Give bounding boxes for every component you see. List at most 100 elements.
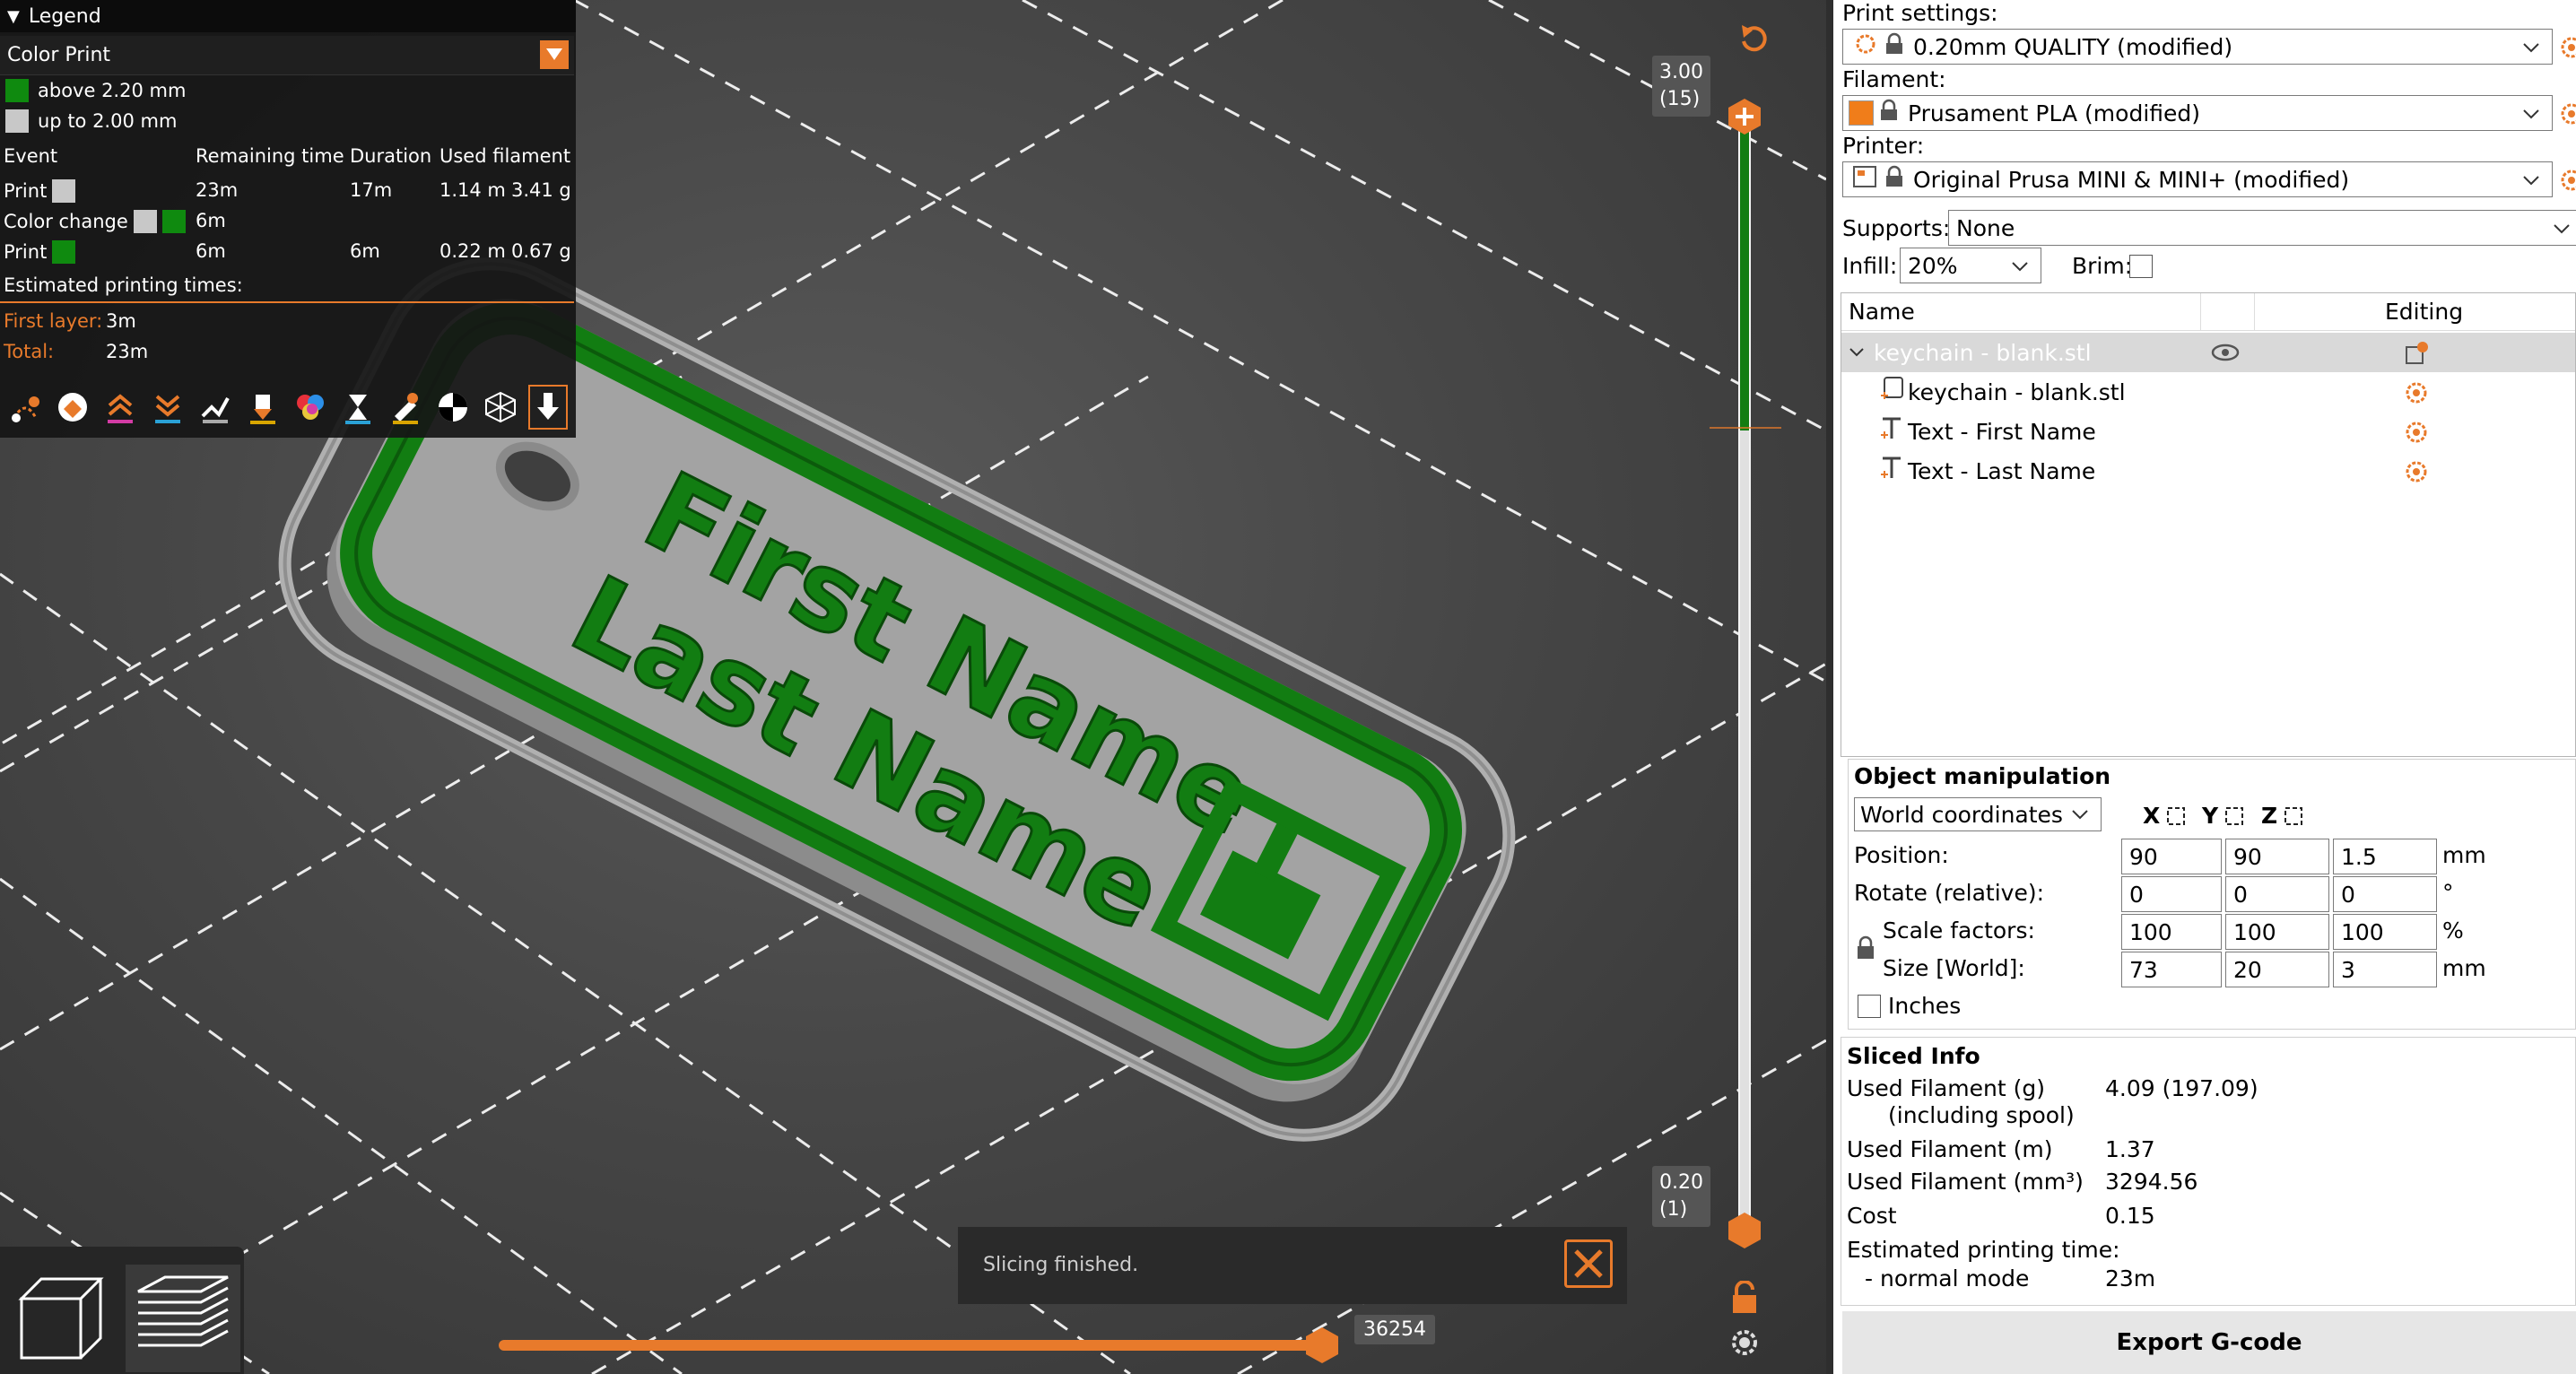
column-name-header[interactable]: Name: [1849, 299, 1915, 325]
seams-icon[interactable]: [196, 385, 235, 430]
chevron-down-icon[interactable]: [540, 40, 569, 69]
horizontal-slider-thumb[interactable]: [1304, 1327, 1340, 1367]
wipe-icon[interactable]: [53, 385, 92, 430]
color-range-low: up to 2.00 mm: [5, 109, 177, 133]
part-name: Text - Last Name: [1908, 457, 2096, 484]
lock-icon: [1884, 165, 1904, 194]
size-x-field[interactable]: 73: [2121, 952, 2222, 987]
scale-unit: %: [2442, 917, 2464, 944]
bottom-thumb[interactable]: [1727, 1213, 1762, 1252]
cog-icon[interactable]: [1729, 1327, 1760, 1361]
chevron-down-icon[interactable]: [2521, 170, 2541, 196]
event-remaining: 6m: [196, 210, 226, 231]
printer-edit-icon[interactable]: [2558, 167, 2576, 194]
preview-view-icon[interactable]: [126, 1265, 240, 1372]
print-settings-combo[interactable]: 0.20mm QUALITY (modified): [1842, 29, 2553, 65]
filament-label: Filament:: [1842, 66, 1946, 92]
part-settings-icon[interactable]: [2403, 419, 2430, 451]
color-range-label: above 2.20 mm: [38, 80, 187, 101]
color-swatch: [133, 210, 157, 233]
shells-icon[interactable]: [481, 385, 520, 430]
legend-options-toolbar: [0, 377, 576, 438]
rotate-z-field[interactable]: 0: [2333, 876, 2437, 912]
drop-to-bed-icon: [2284, 806, 2303, 825]
filament-edit-icon[interactable]: [2558, 100, 2576, 127]
scale-lock-icon[interactable]: [1856, 935, 1875, 966]
first-layer-value: 3m: [106, 310, 136, 332]
scale-x-field[interactable]: 100: [2121, 914, 2222, 950]
size-y-field[interactable]: 20: [2225, 952, 2329, 987]
3d-view-icon[interactable]: [14, 1272, 108, 1369]
position-unit: mm: [2442, 842, 2486, 868]
sliced-label: Cost: [1847, 1203, 1897, 1229]
position-label: Position:: [1854, 842, 1949, 868]
print-profile-icon: [1854, 32, 1877, 61]
legend-title: Legend: [28, 4, 101, 28]
eye-icon[interactable]: [2211, 342, 2240, 368]
close-icon[interactable]: [1564, 1239, 1613, 1288]
color-changes-icon[interactable]: [291, 385, 330, 430]
rotate-y-field[interactable]: 0: [2225, 876, 2329, 912]
chevron-down-icon[interactable]: [1849, 340, 1865, 366]
position-x-field[interactable]: 90: [2121, 839, 2222, 874]
unlock-icon[interactable]: [1729, 1280, 1760, 1318]
sliced-value: 23m: [2105, 1265, 2156, 1291]
scale-z-field[interactable]: 100: [2333, 914, 2437, 950]
printer-label: Printer:: [1842, 133, 1925, 159]
part-settings-icon[interactable]: [2403, 458, 2430, 491]
part-row[interactable]: Text - Last Name: [1841, 451, 2575, 491]
filament-combo[interactable]: Prusament PLA (modified): [1842, 95, 2553, 131]
color-change-tick: [1710, 427, 1781, 429]
sliced-value: 0.15: [2105, 1203, 2155, 1229]
right-sidebar: Print settings: 0.20mm QUALITY (modified…: [1826, 0, 2576, 1374]
infill-value: 20%: [1908, 252, 1958, 279]
supports-combo[interactable]: None: [1948, 210, 2576, 246]
part-row[interactable]: Text - First Name: [1841, 412, 2575, 451]
part-row[interactable]: keychain - blank.stl: [1841, 372, 2575, 412]
chevron-down-icon[interactable]: [2010, 256, 2030, 282]
print-settings-edit-icon[interactable]: [2558, 34, 2576, 61]
legend-separator: [0, 301, 574, 303]
chevron-down-icon[interactable]: [2552, 218, 2572, 244]
printer-combo[interactable]: Original Prusa MINI & MINI+ (modified): [1842, 161, 2553, 197]
position-z-field[interactable]: 1.5: [2333, 839, 2437, 874]
tool-marker-icon[interactable]: [528, 385, 568, 430]
bottom-layer-label: 0.20 (1): [1652, 1166, 1710, 1227]
size-z-field[interactable]: 3: [2333, 952, 2437, 987]
col-remaining: Remaining time: [196, 145, 344, 167]
position-y-field[interactable]: 90: [2225, 839, 2329, 874]
chevron-down-icon[interactable]: [2521, 37, 2541, 63]
infill-combo[interactable]: 20%: [1900, 248, 2041, 283]
horizontal-slider-track[interactable]: [499, 1340, 1324, 1351]
brim-checkbox[interactable]: [2129, 255, 2153, 278]
travel-icon[interactable]: [5, 385, 45, 430]
object-settings-icon[interactable]: [2403, 340, 2430, 372]
top-layer-label: 3.00 (15): [1652, 56, 1710, 117]
slider-color-band: [1740, 430, 1749, 1229]
chevron-down-icon[interactable]: [2521, 103, 2541, 129]
retractions-icon[interactable]: [100, 385, 140, 430]
inches-checkbox[interactable]: [1858, 995, 1881, 1018]
3d-viewport[interactable]: First Name Last Name ▼ Legend Color Prin…: [0, 0, 1826, 1374]
legend-header[interactable]: ▼ Legend: [0, 0, 576, 32]
deretractions-icon[interactable]: [148, 385, 187, 430]
center-of-gravity-icon[interactable]: [433, 385, 473, 430]
scale-y-field[interactable]: 100: [2225, 914, 2329, 950]
object-row[interactable]: keychain - blank.stl: [1841, 333, 2575, 372]
column-editing-header[interactable]: Editing: [2385, 299, 2463, 325]
top-thumb[interactable]: [1727, 99, 1762, 138]
tool-changes-icon[interactable]: [243, 385, 283, 430]
export-gcode-button[interactable]: Export G-code: [1842, 1311, 2576, 1374]
custom-gcode-icon[interactable]: [386, 385, 425, 430]
chevron-down-icon[interactable]: [2070, 804, 2090, 830]
event-length: 1.14 m: [439, 179, 506, 201]
axis-x-header: X: [2143, 803, 2187, 829]
rotate-x-field[interactable]: 0: [2121, 876, 2222, 912]
collapse-triangle-icon[interactable]: ▼: [7, 7, 20, 26]
pause-icon[interactable]: [338, 385, 378, 430]
part-settings-icon[interactable]: [2403, 379, 2430, 412]
view-type-select[interactable]: Color Print: [0, 36, 574, 75]
coordinate-mode-combo[interactable]: World coordinates: [1854, 797, 2102, 831]
column-divider: [2254, 293, 2255, 331]
undo-arrow-icon[interactable]: [1738, 23, 1769, 57]
